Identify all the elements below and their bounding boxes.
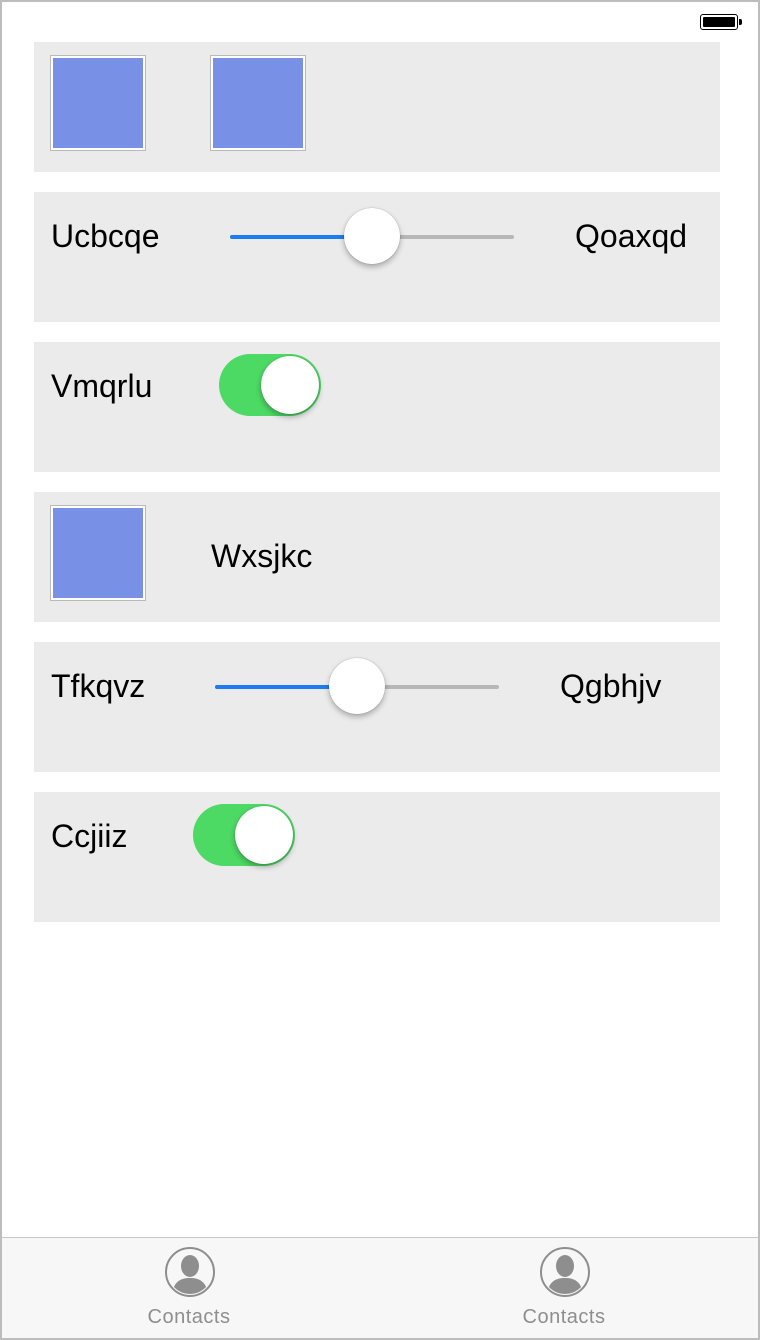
tab-contacts[interactable]: Contacts <box>89 1238 289 1338</box>
tab-contacts[interactable]: Contacts <box>464 1238 664 1338</box>
tab-label: Contacts <box>522 1306 606 1328</box>
slider-max-label: Qgbhjv <box>560 668 662 704</box>
slider-thumb[interactable] <box>329 658 385 714</box>
image-placeholder[interactable] <box>50 505 146 601</box>
tab-label: Contacts <box>147 1306 231 1328</box>
image-placeholder[interactable] <box>210 55 306 151</box>
slider-row: Tfkqvz Qgbhjv <box>34 642 720 772</box>
slider-min-label: Ucbcqe <box>51 218 160 254</box>
slider-max-label: Qoaxqd <box>575 218 688 254</box>
contact-person-icon <box>539 1246 591 1298</box>
switch-label: Ccjiiz <box>51 818 128 854</box>
slider-thumb[interactable] <box>344 208 400 264</box>
slider[interactable] <box>230 206 514 266</box>
slider[interactable] <box>215 656 499 716</box>
contact-person-icon <box>164 1246 216 1298</box>
switch-row: Vmqrlu <box>34 342 720 472</box>
image-row-label: Wxsjkc <box>211 538 313 574</box>
toggle-knob[interactable] <box>261 356 319 414</box>
slider-min-label: Tfkqvz <box>51 668 146 704</box>
toggle-knob[interactable] <box>235 806 293 864</box>
toggle-switch[interactable] <box>193 804 295 866</box>
switch-row: Ccjiiz <box>34 792 720 922</box>
image-pair-row <box>34 42 720 172</box>
tab-bar: Contacts Contacts <box>2 1237 758 1338</box>
image-label-row: Wxsjkc <box>34 492 720 622</box>
slider-row: Ucbcqe Qoaxqd <box>34 192 720 322</box>
battery-full-icon <box>700 14 744 32</box>
app-screen: Ucbcqe Qoaxqd Vmqrlu Wxsjkc Tfkqvz Qgbhj… <box>0 0 760 1340</box>
toggle-switch[interactable] <box>219 354 321 416</box>
image-placeholder[interactable] <box>50 55 146 151</box>
switch-label: Vmqrlu <box>51 368 153 404</box>
